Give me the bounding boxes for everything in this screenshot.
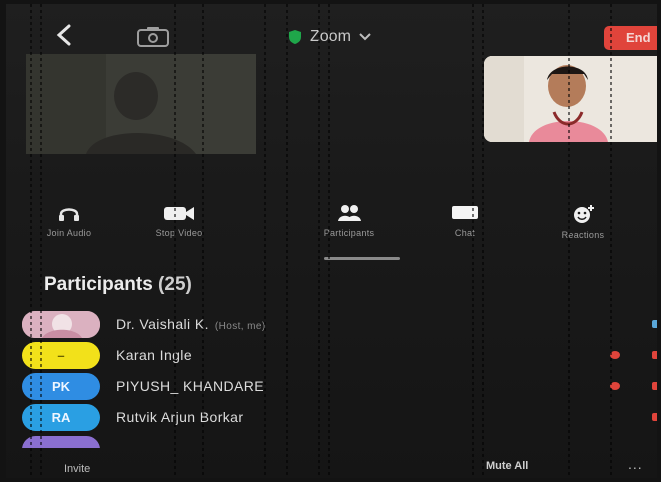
participants-heading: Participants (25) <box>44 274 192 296</box>
mute-all-button[interactable]: Mute All <box>486 460 528 472</box>
person-silhouette <box>26 54 256 154</box>
join-audio-button[interactable]: Join Audio <box>24 204 114 238</box>
participant-row[interactable]: – Karan Ingle <box>20 342 657 370</box>
participant-role: (Host, me) <box>214 321 266 332</box>
chevron-down-icon <box>359 33 371 41</box>
avatar <box>22 436 100 448</box>
chat-button[interactable]: Chat <box>420 204 510 238</box>
avatar: RA <box>22 404 100 431</box>
participant-name: PIYUSH_ KHANDARE <box>116 378 264 394</box>
meeting-title-text: Zoom <box>310 28 351 45</box>
video-off-icon <box>652 382 657 390</box>
stop-video-label: Stop Video <box>155 228 203 238</box>
chat-icon <box>452 206 478 219</box>
invite-button[interactable]: Invite <box>64 463 90 475</box>
scanline-artifact <box>472 4 474 478</box>
scanline-artifact <box>482 4 484 478</box>
participant-row[interactable]: RA Rutvik Arjun Borkar <box>20 404 657 432</box>
headphones-icon <box>59 208 79 221</box>
zoom-meeting-screen: Zoom End Join Audio Stop Video Participa… <box>6 4 657 478</box>
avatar: – <box>22 342 100 369</box>
reactions-button[interactable]: Reactions <box>538 204 628 240</box>
camera-switch-icon[interactable] <box>136 26 170 48</box>
video-off-icon <box>652 351 657 359</box>
reactions-label: Reactions <box>561 230 605 240</box>
avatar <box>22 311 100 338</box>
scanline-artifact <box>40 4 42 478</box>
scanline-artifact <box>264 4 266 478</box>
participant-name: Rutvik Arjun Borkar <box>116 409 244 425</box>
participant-row[interactable] <box>20 436 657 448</box>
scanline-artifact <box>30 4 32 478</box>
active-tab-indicator <box>324 257 400 260</box>
scanline-artifact <box>318 4 320 478</box>
self-video-tile[interactable] <box>26 54 256 154</box>
participant-name: Dr. Vaishali K. (Host, me) <box>116 316 266 332</box>
shield-icon <box>289 30 301 44</box>
scanline-artifact <box>328 4 330 478</box>
more-options-button[interactable]: ... <box>628 456 643 472</box>
scanline-artifact <box>286 4 288 478</box>
avatar-photo <box>22 311 100 338</box>
speaker-video-tile[interactable] <box>484 56 657 142</box>
stop-video-button[interactable]: Stop Video <box>134 204 224 238</box>
scanline-artifact <box>568 4 570 478</box>
participants-title: Participants <box>44 274 153 295</box>
participant-row[interactable]: Dr. Vaishali K. (Host, me) <box>20 311 657 339</box>
scanline-artifact <box>610 4 612 478</box>
participants-icon <box>338 205 361 221</box>
video-camera-icon <box>164 207 194 220</box>
video-on-icon <box>652 320 657 328</box>
avatar: PK <box>22 373 100 400</box>
video-off-icon <box>652 413 657 421</box>
smiley-icon <box>574 205 594 223</box>
scanline-artifact <box>202 4 204 478</box>
speaker-person <box>484 56 657 142</box>
meeting-toolbar: Join Audio Stop Video Participants Chat <box>6 204 657 248</box>
join-audio-label: Join Audio <box>46 228 92 238</box>
participant-row[interactable]: PK PIYUSH_ KHANDARE <box>20 373 657 401</box>
chevron-left-icon[interactable] <box>54 24 76 46</box>
chat-label: Chat <box>454 228 476 238</box>
participant-name: Karan Ingle <box>116 347 193 363</box>
scanline-artifact <box>174 4 176 478</box>
